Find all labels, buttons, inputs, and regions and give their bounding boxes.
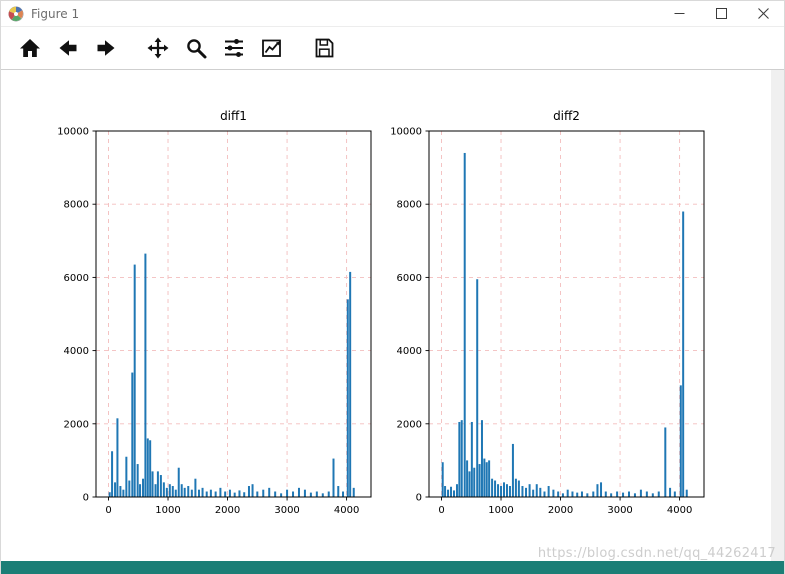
svg-text:1000: 1000: [488, 505, 513, 516]
sliders-icon: [225, 39, 243, 57]
svg-text:6000: 6000: [64, 273, 89, 284]
svg-text:2000: 2000: [548, 505, 573, 516]
zoom-button[interactable]: [177, 30, 215, 66]
svg-text:8000: 8000: [397, 200, 422, 211]
window-right-gutter: [771, 70, 784, 561]
axes-frame: [95, 130, 372, 498]
chart-diff1[interactable]: 0 1000 2000 3000 4000 0 2000 4000 6000 8000 10000 d…: [41, 95, 381, 520]
svg-text:0: 0: [416, 493, 422, 504]
chart-diff2[interactable]: 0 1000 2000 3000 4000 0 2000 4000 6000 8000 10000 d…: [374, 95, 714, 520]
window-title: Figure 1: [31, 6, 80, 21]
svg-text:1000: 1000: [155, 505, 180, 516]
svg-text:2000: 2000: [397, 419, 422, 430]
svg-text:6000: 6000: [397, 273, 422, 284]
matplotlib-icon: [8, 6, 24, 22]
forward-button[interactable]: [87, 30, 125, 66]
forward-arrow-icon: [97, 40, 115, 56]
zoom-magnifier-icon: [187, 39, 207, 59]
svg-text:3000: 3000: [274, 505, 299, 516]
pan-button[interactable]: [139, 30, 177, 66]
watermark: https://blog.csdn.net/qq_44262417: [537, 546, 776, 561]
figure-canvas-area: 0 1000 2000 3000 4000 0 2000 4000 6000 8000 10000 d…: [1, 70, 784, 561]
gridlines: [429, 130, 704, 498]
save-floppy-icon: [315, 38, 334, 58]
svg-text:3000: 3000: [607, 505, 632, 516]
svg-text:8000: 8000: [64, 200, 89, 211]
svg-text:0: 0: [83, 493, 89, 504]
chart-title: diff1: [220, 109, 247, 123]
configure-subplots-button[interactable]: [215, 30, 253, 66]
navigation-toolbar: [1, 27, 784, 70]
bars: [108, 253, 355, 497]
home-button[interactable]: [11, 30, 49, 66]
figure-window: Figure 1 0 1000 2000 3000 4000 0 2000 40…: [0, 0, 785, 574]
back-button[interactable]: [49, 30, 87, 66]
save-button[interactable]: [305, 30, 343, 66]
edit-axes-button[interactable]: [253, 30, 291, 66]
toolbar-separator: [125, 33, 139, 63]
home-icon: [20, 39, 40, 57]
back-arrow-icon: [59, 40, 77, 56]
chart-line-icon: [262, 39, 281, 57]
window-controls: [658, 1, 784, 26]
svg-text:0: 0: [438, 505, 444, 516]
svg-text:2000: 2000: [64, 419, 89, 430]
minimize-button[interactable]: [658, 1, 700, 26]
tick-labels: 0 1000 2000 3000 4000 0 2000 4000 6000 8000 10000: [390, 127, 692, 517]
svg-text:4000: 4000: [334, 505, 359, 516]
svg-text:4000: 4000: [397, 346, 422, 357]
svg-text:10000: 10000: [390, 127, 422, 138]
svg-text:4000: 4000: [64, 346, 89, 357]
maximize-icon: [715, 8, 727, 19]
gridlines: [96, 130, 371, 498]
minimize-icon: [674, 13, 684, 14]
figure-area: 0 1000 2000 3000 4000 0 2000 4000 6000 8000 10000 d…: [1, 70, 784, 561]
toolbar-separator: [291, 33, 305, 63]
axes-frame: [428, 130, 705, 498]
bottom-accent-bar: [1, 561, 784, 574]
chart-title: diff2: [553, 109, 580, 123]
svg-text:2000: 2000: [215, 505, 240, 516]
maximize-button[interactable]: [700, 1, 742, 26]
titlebar: Figure 1: [1, 1, 784, 27]
svg-text:0: 0: [105, 505, 111, 516]
svg-text:10000: 10000: [57, 127, 89, 138]
pan-move-icon: [147, 37, 169, 59]
svg-text:4000: 4000: [667, 505, 692, 516]
tick-labels: 0 1000 2000 3000 4000 0 2000 4000 6000 8000 10000: [57, 127, 359, 517]
close-icon: [757, 8, 769, 19]
close-button[interactable]: [742, 1, 784, 26]
